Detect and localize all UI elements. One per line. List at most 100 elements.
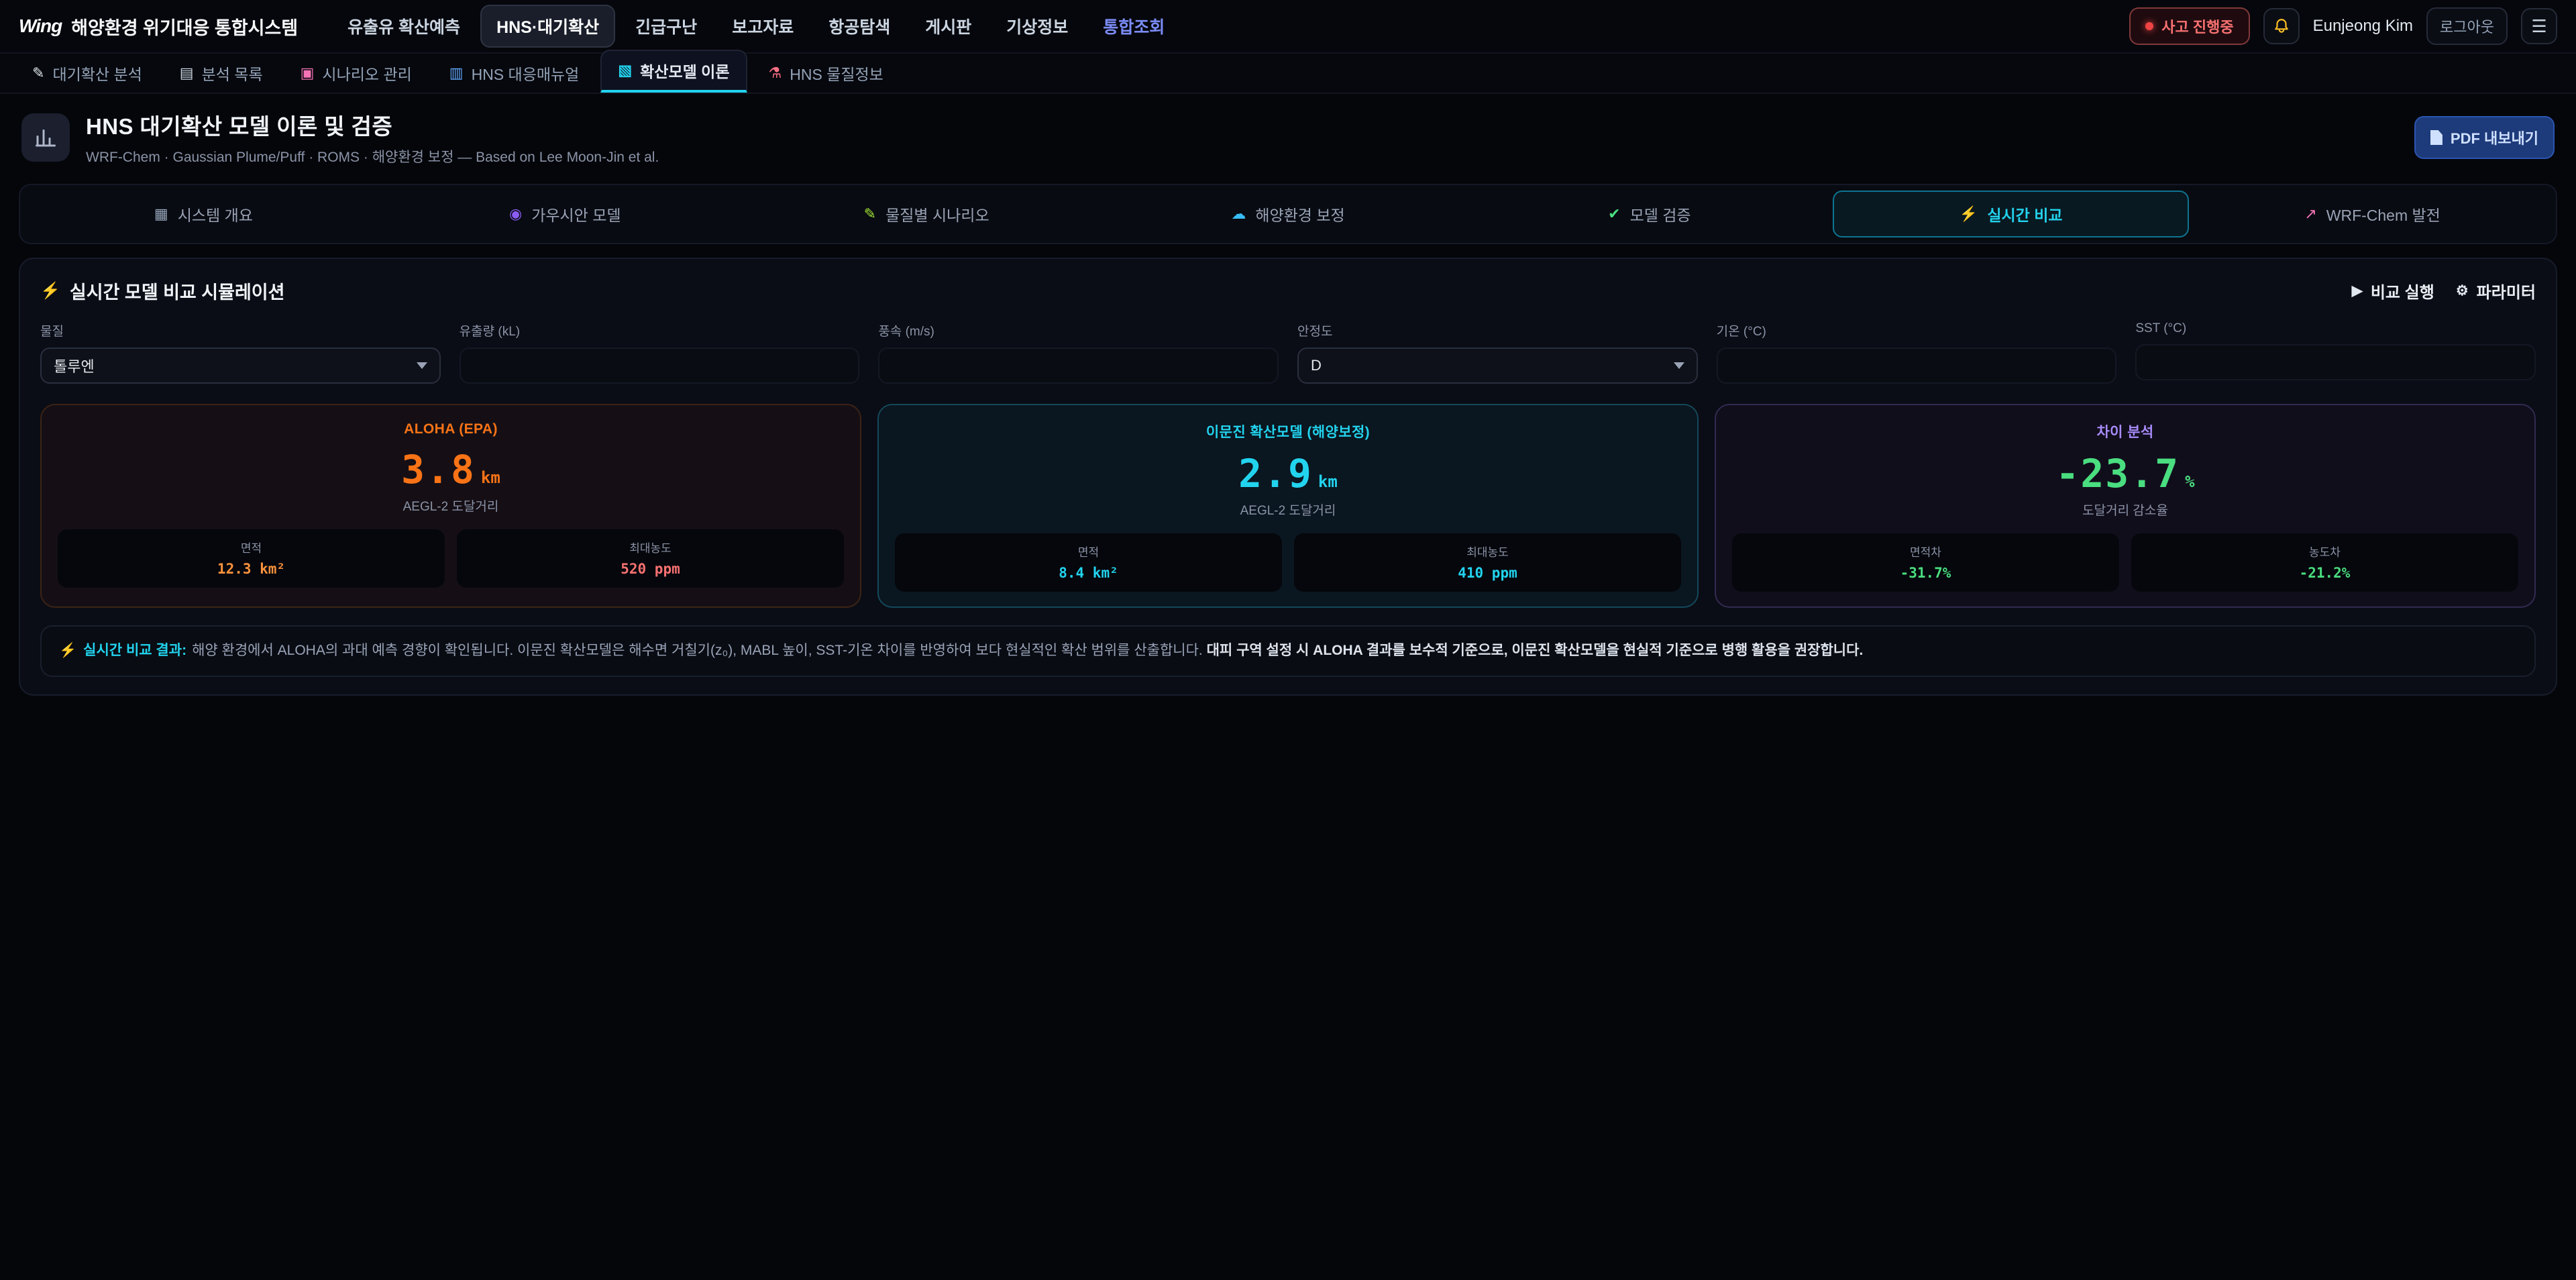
tab-hns-substance-info[interactable]: ⚗ HNS 물질정보 bbox=[753, 54, 900, 93]
nav-item-aerial-search[interactable]: 항공탐색 bbox=[814, 6, 905, 46]
nav-item-board[interactable]: 게시판 bbox=[910, 6, 986, 46]
logout-button[interactable]: 로그아웃 bbox=[2426, 7, 2508, 45]
tab-label: 확산모델 이론 bbox=[640, 59, 729, 82]
card-title: ALOHA (EPA) bbox=[58, 421, 844, 437]
note-emphasis: 대피 구역 설정 시 ALOHA 결과를 보수적 기준으로, 이문진 확산모델을… bbox=[1207, 643, 1864, 658]
nav-item-integrated-search[interactable]: 통합조회 bbox=[1088, 6, 1179, 46]
tab-scenario-management[interactable]: ▣ 시나리오 관리 bbox=[284, 54, 428, 93]
hamburger-menu-button[interactable]: ☰ bbox=[2521, 8, 2557, 44]
tab-hns-response-manual[interactable]: ▥ HNS 대응매뉴얼 bbox=[433, 54, 596, 93]
top-navbar: Wing 해양환경 위기대응 통합시스템 유출유 확산예측 HNS·대기확산 긴… bbox=[0, 0, 2576, 54]
card-unit: km bbox=[481, 468, 500, 487]
document-icon bbox=[2430, 130, 2443, 145]
lightning-icon: ⚡ bbox=[59, 643, 76, 658]
panel-title-text: 실시간 모델 비교 시뮬레이션 bbox=[70, 278, 285, 304]
metric-value: 12.3 km² bbox=[63, 561, 439, 577]
section-tab-substance-scenarios[interactable]: ✎ 물질별 시나리오 bbox=[749, 191, 1105, 237]
pencil-icon: ✎ bbox=[864, 207, 876, 221]
card-value-row: -23.7% bbox=[1732, 451, 2518, 496]
nav-item-emergency-rescue[interactable]: 긴급구난 bbox=[621, 6, 712, 46]
control-label: 풍속 (m/s) bbox=[878, 321, 1279, 339]
chevron-down-icon bbox=[1674, 362, 1684, 369]
card-unit: % bbox=[2185, 472, 2194, 491]
page-title: HNS 대기확산 모델 이론 및 검증 bbox=[86, 109, 659, 141]
metric-value: 520 ppm bbox=[462, 561, 839, 577]
gear-icon: ⚙ bbox=[2456, 282, 2469, 299]
card-caption: AEGL-2 도달거리 bbox=[58, 496, 844, 515]
card-value-row: 3.8km bbox=[58, 447, 844, 492]
tab-diffusion-model-theory[interactable]: ▧ 확산모델 이론 bbox=[600, 50, 747, 93]
section-tab-marine-correction[interactable]: ☁ 해양환경 보정 bbox=[1110, 191, 1466, 237]
alert-dot-icon bbox=[2145, 22, 2153, 30]
hamburger-icon: ☰ bbox=[2531, 17, 2546, 35]
section-tab-label: 가우시안 모델 bbox=[531, 203, 621, 225]
section-tab-label: 해양환경 보정 bbox=[1255, 203, 1344, 225]
note-highlight: 실시간 비교 결과: bbox=[83, 643, 186, 658]
tab-analysis-list[interactable]: ▤ 분석 목록 bbox=[164, 54, 279, 93]
note-body: 해양 환경에서 ALOHA의 과대 예측 경향이 확인됩니다. 이문진 확산모델… bbox=[192, 643, 1203, 658]
nav-item-weather[interactable]: 기상정보 bbox=[991, 6, 1083, 46]
cloud-icon: ☁ bbox=[1231, 207, 1246, 221]
lightning-icon: ⚡ bbox=[40, 281, 60, 301]
metric-max-concentration: 최대농도 520 ppm bbox=[457, 529, 844, 588]
nav-item-reports[interactable]: 보고자료 bbox=[717, 6, 808, 46]
control-substance: 물질 톨루엔 bbox=[40, 321, 441, 384]
control-label: 안정도 bbox=[1297, 321, 1698, 339]
panel-actions: ▶ 비교 실행 ⚙ 파라미터 bbox=[2352, 279, 2536, 303]
metric-area-difference: 면적차 -31.7% bbox=[1732, 533, 2119, 592]
pdf-export-label: PDF 내보내기 bbox=[2451, 127, 2538, 148]
section-tab-realtime-comparison[interactable]: ⚡ 실시간 비교 bbox=[1833, 191, 2189, 237]
stability-select-value: D bbox=[1311, 357, 1322, 374]
page-header: HNS 대기확산 모델 이론 및 검증 WRF-Chem · Gaussian … bbox=[0, 94, 2576, 178]
metric-label: 면적차 bbox=[1737, 543, 2114, 559]
play-icon: ▶ bbox=[2352, 282, 2363, 299]
control-air-temp: 기온 (°C) bbox=[1717, 321, 2117, 384]
user-name: Eunjeong Kim bbox=[2313, 17, 2413, 36]
parameters-button[interactable]: ⚙ 파라미터 bbox=[2456, 279, 2536, 303]
control-label: 기온 (°C) bbox=[1717, 321, 2117, 339]
circle-icon: ◉ bbox=[509, 207, 522, 221]
stability-select[interactable]: D bbox=[1297, 348, 1698, 384]
check-icon: ✔ bbox=[1608, 207, 1620, 221]
book-icon: ▥ bbox=[449, 66, 464, 81]
panel-title: ⚡ 실시간 모델 비교 시뮬레이션 bbox=[40, 278, 284, 304]
section-tab-model-validation[interactable]: ✔ 모델 검증 bbox=[1471, 191, 1827, 237]
section-tab-system-overview[interactable]: ▦ 시스템 개요 bbox=[25, 191, 382, 237]
brand[interactable]: Wing 해양환경 위기대응 통합시스템 bbox=[19, 13, 298, 40]
nav-item-hns-atmospheric[interactable]: HNS·대기확산 bbox=[480, 5, 615, 48]
control-label: 물질 bbox=[40, 321, 441, 339]
tab-label: 대기확산 분석 bbox=[52, 62, 142, 85]
spill-amount-input[interactable] bbox=[460, 348, 860, 384]
metric-label: 최대농도 bbox=[1299, 543, 1676, 559]
metric-label: 농도차 bbox=[2137, 543, 2513, 559]
metric-value: 8.4 km² bbox=[900, 565, 1277, 581]
list-icon: ▤ bbox=[180, 66, 194, 81]
section-tabs: ▦ 시스템 개요 ◉ 가우시안 모델 ✎ 물질별 시나리오 ☁ 해양환경 보정 … bbox=[19, 184, 2557, 244]
air-temp-input[interactable] bbox=[1717, 348, 2117, 384]
app-root: Wing 해양환경 위기대응 통합시스템 유출유 확산예측 HNS·대기확산 긴… bbox=[0, 0, 2576, 696]
section-tab-label: 물질별 시나리오 bbox=[885, 203, 989, 225]
run-comparison-label: 비교 실행 bbox=[2371, 279, 2434, 303]
notifications-button[interactable] bbox=[2263, 8, 2300, 44]
wind-speed-input[interactable] bbox=[878, 348, 1279, 384]
tab-label: 시나리오 관리 bbox=[322, 62, 411, 85]
run-comparison-button[interactable]: ▶ 비교 실행 bbox=[2352, 279, 2434, 303]
tab-label: 분석 목록 bbox=[202, 62, 263, 85]
main-nav: 유출유 확산예측 HNS·대기확산 긴급구난 보고자료 항공탐색 게시판 기상정… bbox=[333, 5, 1179, 48]
metric-value: -31.7% bbox=[1737, 565, 2114, 581]
brand-logo-icon: Wing bbox=[19, 15, 62, 37]
section-tab-label: 모델 검증 bbox=[1630, 203, 1691, 225]
substance-select[interactable]: 톨루엔 bbox=[40, 348, 441, 384]
card-lee-moon-jin-model: 이문진 확산모델 (해양보정) 2.9km AEGL-2 도달거리 면적 8.4… bbox=[877, 404, 1699, 608]
panel-header: ⚡ 실시간 모델 비교 시뮬레이션 ▶ 비교 실행 ⚙ 파라미터 bbox=[40, 278, 2536, 304]
tab-atmospheric-analysis[interactable]: ✎ 대기확산 분석 bbox=[16, 54, 158, 93]
section-tab-gaussian-model[interactable]: ◉ 가우시안 모델 bbox=[387, 191, 743, 237]
incident-status-badge[interactable]: 사고 진행중 bbox=[2129, 7, 2249, 45]
metric-area: 면적 12.3 km² bbox=[58, 529, 445, 588]
sst-input[interactable] bbox=[2135, 344, 2536, 380]
pdf-export-button[interactable]: PDF 내보내기 bbox=[2414, 116, 2555, 159]
control-spill-amount: 유출량 (kL) bbox=[460, 321, 860, 384]
nav-item-oil-spill-forecast[interactable]: 유출유 확산예측 bbox=[333, 6, 475, 46]
section-tab-wrf-chem-advance[interactable]: ↗ WRF-Chem 발전 bbox=[2194, 191, 2551, 237]
card-metrics: 면적 8.4 km² 최대농도 410 ppm bbox=[895, 533, 1681, 592]
